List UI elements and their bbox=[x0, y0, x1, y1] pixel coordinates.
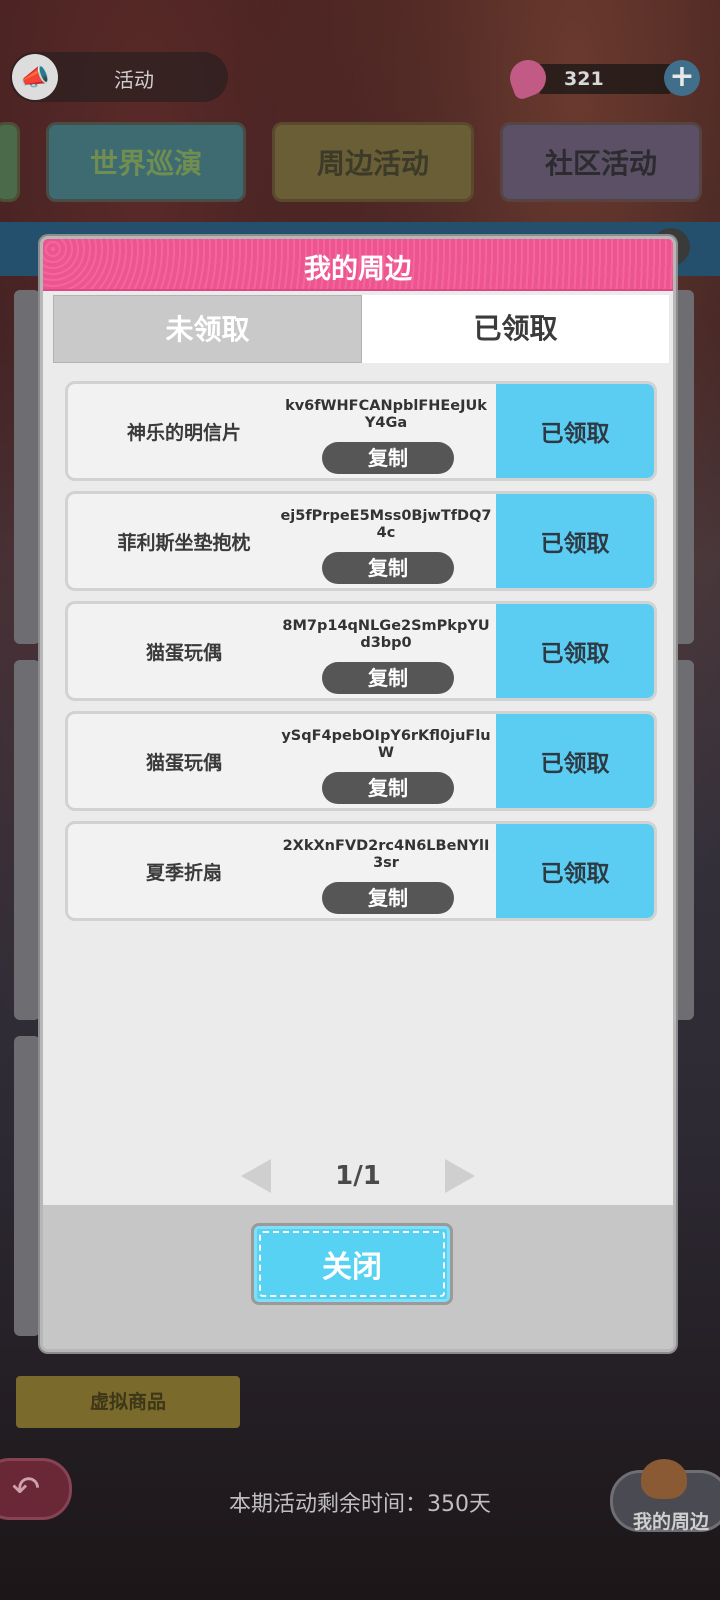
page-indicator: 1/1 bbox=[335, 1161, 381, 1191]
background-card bbox=[14, 660, 40, 1020]
background-card bbox=[14, 1036, 40, 1336]
modal-title: 我的周边 bbox=[304, 254, 412, 285]
copy-button[interactable]: 复制 bbox=[322, 662, 454, 694]
list-item: 神乐的明信片 kv6fWHFCANpblFHEeJUkY4Ga 复制 已领取 bbox=[65, 381, 657, 481]
next-page-icon[interactable] bbox=[445, 1159, 475, 1193]
claimed-status: 已领取 bbox=[496, 604, 654, 698]
close-button-label: 关闭 bbox=[259, 1231, 445, 1297]
virtual-goods-button[interactable]: 虚拟商品 bbox=[16, 1376, 240, 1428]
currency-box bbox=[540, 64, 670, 94]
banner-merch-event[interactable]: 周边活动 bbox=[272, 122, 474, 202]
claimed-status: 已领取 bbox=[496, 824, 654, 918]
item-name: 猫蛋玩偶 bbox=[145, 751, 222, 774]
tab-claimed[interactable]: 已领取 bbox=[362, 295, 669, 363]
activity-label: 活动 bbox=[114, 68, 154, 92]
my-merch-button[interactable]: 我的周边 bbox=[610, 1459, 720, 1533]
activity-pill[interactable]: 📣 活动 bbox=[10, 52, 228, 102]
item-code: kv6fWHFCANpblFHEeJUkY4Ga bbox=[285, 398, 487, 431]
item-name: 猫蛋玩偶 bbox=[145, 641, 222, 664]
item-code: 2XkXnFVD2rc4N6LBeNYlI3sr bbox=[282, 838, 490, 871]
list-item: 菲利斯坐垫抱枕 ej5fPrpeE5Mss0BjwTfDQ74c 复制 已领取 bbox=[65, 491, 657, 591]
claimed-status: 已领取 bbox=[496, 494, 654, 588]
cat-mascot-icon bbox=[641, 1459, 687, 1499]
modal-footer: 关闭 bbox=[43, 1205, 673, 1349]
item-code: 8M7p14qNLGe2SmPkpYUd3bp0 bbox=[282, 618, 490, 651]
background-card bbox=[14, 290, 40, 644]
pagination: 1/1 bbox=[43, 1153, 673, 1199]
megaphone-icon: 📣 bbox=[12, 54, 58, 100]
merch-list: 神乐的明信片 kv6fWHFCANpblFHEeJUkY4Ga 复制 已领取 菲… bbox=[65, 381, 657, 931]
close-button[interactable]: 关闭 bbox=[251, 1223, 453, 1305]
list-item: 猫蛋玩偶 ySqF4pebOIpY6rKfl0juFluW 复制 已领取 bbox=[65, 711, 657, 811]
list-item: 夏季折扇 2XkXnFVD2rc4N6LBeNYlI3sr 复制 已领取 bbox=[65, 821, 657, 921]
item-code: ySqF4pebOIpY6rKfl0juFluW bbox=[281, 728, 491, 761]
copy-button[interactable]: 复制 bbox=[322, 772, 454, 804]
copy-button[interactable]: 复制 bbox=[322, 882, 454, 914]
currency-display: 321 + bbox=[504, 54, 700, 102]
gem-icon bbox=[504, 54, 552, 102]
my-merch-modal: 我的周边 未领取 已领取 神乐的明信片 kv6fWHFCANpblFHEeJUk… bbox=[40, 236, 676, 1352]
my-merch-label: 我的周边 bbox=[633, 1511, 710, 1533]
item-name: 菲利斯坐垫抱枕 bbox=[117, 531, 251, 554]
claimed-status: 已领取 bbox=[496, 714, 654, 808]
plus-icon[interactable]: + bbox=[664, 60, 700, 96]
banner-label: 世界巡演 bbox=[89, 147, 202, 180]
copy-button[interactable]: 复制 bbox=[322, 552, 454, 584]
modal-header: 我的周边 bbox=[43, 239, 673, 291]
tab-bar: 未领取 已领取 bbox=[53, 295, 669, 363]
item-code: ej5fPrpeE5Mss0BjwTfDQ74c bbox=[280, 508, 492, 541]
banner-label: 社区活动 bbox=[544, 147, 657, 180]
item-name: 夏季折扇 bbox=[145, 861, 222, 884]
list-item: 猫蛋玩偶 8M7p14qNLGe2SmPkpYUd3bp0 复制 已领取 bbox=[65, 601, 657, 701]
copy-button[interactable]: 复制 bbox=[322, 442, 454, 474]
banner-world-tour[interactable]: 世界巡演 bbox=[46, 122, 246, 202]
banner-partial[interactable] bbox=[0, 122, 20, 202]
claimed-status: 已领取 bbox=[496, 384, 654, 478]
tab-unclaimed[interactable]: 未领取 bbox=[53, 295, 362, 363]
banner-label: 周边活动 bbox=[316, 147, 429, 180]
item-name: 神乐的明信片 bbox=[126, 421, 241, 444]
banner-community[interactable]: 社区活动 bbox=[500, 122, 702, 202]
currency-amount: 321 bbox=[564, 68, 604, 90]
